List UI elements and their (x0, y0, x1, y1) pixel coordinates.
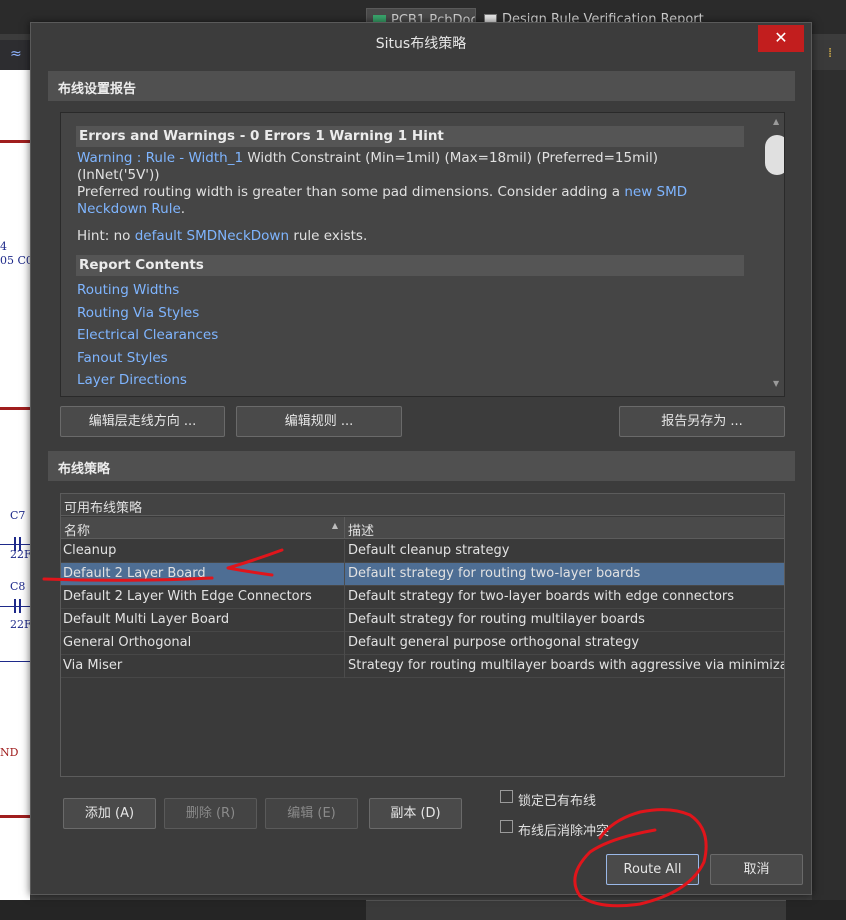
link-routing-via-styles[interactable]: Routing Via Styles (76, 302, 744, 325)
strategy-name: General Orthogonal (61, 632, 345, 655)
link-fanout-styles[interactable]: Fanout Styles (76, 347, 744, 370)
schematic-border-line (0, 815, 30, 818)
warning-text: Width Constraint (Min=1mil) (Max=18mil) … (247, 150, 658, 166)
schematic-ref-label: 4 (0, 240, 7, 253)
report-spacer (76, 218, 744, 228)
table-row[interactable]: Default 2 Layer With Edge Connectors Def… (61, 586, 784, 609)
strategy-name: Default Multi Layer Board (61, 609, 345, 632)
table-row[interactable]: Cleanup Default cleanup strategy (61, 540, 784, 563)
panel-tool-icon[interactable]: ⁞ (812, 40, 846, 70)
lock-existing-routes-label: 锁定已有布线 (518, 794, 597, 809)
schematic-border-line (0, 407, 30, 410)
preferred-width-line: Preferred routing width is greater than … (76, 184, 744, 201)
strategy-name: Default 2 Layer Board (61, 563, 345, 586)
hint-suffix: rule exists. (293, 228, 368, 244)
report-contents-heading: Report Contents (76, 255, 744, 276)
edit-layer-directions-button[interactable]: 编辑层走线方向 ... (60, 406, 225, 437)
column-header-description-label: 描述 (348, 524, 375, 539)
table-row[interactable]: Via Miser Strategy for routing multilaye… (61, 655, 784, 678)
warning-net-line: (InNet('5V')) (77, 167, 160, 183)
close-button[interactable]: ✕ (758, 25, 804, 52)
save-report-as-button[interactable]: 报告另存为 ... (619, 406, 785, 437)
schematic-ref-label: 05 C0 (0, 254, 30, 267)
column-header-name[interactable]: 名称 ▲ (61, 517, 345, 539)
schematic-wire (0, 661, 30, 662)
link-routing-widths[interactable]: Routing Widths (76, 279, 744, 302)
lock-existing-routes-checkbox[interactable] (500, 790, 513, 803)
routing-report-panel[interactable]: Errors and Warnings - 0 Errors 1 Warning… (60, 112, 785, 397)
report-scrollbar[interactable]: ▲ ▼ (765, 113, 784, 396)
dialog-title: Situs布线策略 (375, 36, 467, 52)
status-strip (366, 900, 786, 920)
table-row[interactable]: Default Multi Layer Board Default strate… (61, 609, 784, 632)
column-header-name-label: 名称 (64, 524, 91, 539)
sort-ascending-icon: ▲ (331, 521, 338, 530)
edit-strategy-button[interactable]: 编辑 (E) (265, 798, 358, 829)
report-spacer (76, 245, 744, 255)
status-bar (0, 900, 846, 920)
routing-strategy-header: 布线策略 (48, 451, 795, 481)
neckdown-period: . (180, 201, 186, 217)
link-layer-directions[interactable]: Layer Directions (76, 369, 744, 392)
capacitor-c7-label: C7 (10, 509, 26, 522)
report-content: Errors and Warnings - 0 Errors 1 Warning… (76, 126, 744, 392)
warning-line: Warning : Rule - Width_1 Width Constrain… (76, 150, 744, 167)
strategy-name: Cleanup (61, 540, 345, 563)
scroll-up-icon[interactable]: ▲ (773, 117, 779, 126)
scroll-down-icon[interactable]: ▼ (773, 379, 779, 388)
capacitor-plate (14, 599, 16, 613)
available-strategies-label: 可用布线策略 (61, 494, 784, 516)
situs-routing-strategy-dialog: Situs布线策略 ✕ 布线设置报告 Errors and Warnings -… (30, 22, 812, 895)
wire-tool-icon[interactable]: ≈ (0, 40, 30, 70)
remove-strategy-button[interactable]: 删除 (R) (164, 798, 257, 829)
cancel-button[interactable]: 取消 (710, 854, 803, 885)
column-header-description[interactable]: 描述 (345, 517, 784, 539)
dialog-titlebar[interactable]: Situs布线策略 ✕ (31, 23, 811, 59)
strategy-name: Default 2 Layer With Edge Connectors (61, 586, 345, 609)
strategy-description: Strategy for routing multilayer boards w… (348, 658, 784, 673)
schematic-border-line (0, 140, 30, 143)
table-row[interactable]: General Orthogonal Default general purpo… (61, 632, 784, 655)
clear-conflicts-label: 布线后消除冲突 (518, 824, 610, 839)
strategy-description: Default strategy for routing multilayer … (348, 612, 645, 627)
new-smd-link[interactable]: new SMD (624, 184, 687, 200)
preferred-width-text: Preferred routing width is greater than … (77, 184, 621, 200)
capacitor-plate (19, 599, 21, 613)
default-smdneckdown-link[interactable]: default SMDNeckDown (135, 228, 289, 244)
right-panel: ⁞ (812, 40, 846, 900)
route-all-button[interactable]: Route All (606, 854, 699, 885)
capacitor-c7-value: 22F (10, 548, 30, 561)
errors-warnings-heading: Errors and Warnings - 0 Errors 1 Warning… (76, 126, 744, 147)
schematic-canvas[interactable]: ≈ 4 05 C0 C7 22F C8 22F ND (0, 40, 30, 900)
neckdown-rule-link[interactable]: Neckdown Rule (77, 201, 181, 217)
clear-conflicts-checkbox[interactable] (500, 820, 513, 833)
ground-label: ND (0, 746, 19, 759)
table-row-selected[interactable]: Default 2 Layer Board Default strategy f… (61, 563, 784, 586)
strategy-description: Default strategy for two-layer boards wi… (348, 589, 735, 604)
strategy-description: Default general purpose orthogonal strat… (348, 635, 640, 650)
edit-rules-button[interactable]: 编辑规则 ... (236, 406, 402, 437)
hint-line: Hint: no default SMDNeckDown rule exists… (76, 228, 744, 245)
routing-setup-report-header: 布线设置报告 (48, 71, 795, 101)
routing-strategy-table[interactable]: 可用布线策略 名称 ▲ 描述 Cleanup Default cleanup s… (60, 493, 785, 777)
screen: PCB1.PcbDoc Design Rule Verification Rep… (0, 0, 846, 920)
strategy-description: Default cleanup strategy (348, 543, 510, 558)
add-strategy-button[interactable]: 添加 (A) (63, 798, 156, 829)
copy-strategy-button[interactable]: 副本 (D) (369, 798, 462, 829)
link-electrical-clearances[interactable]: Electrical Clearances (76, 324, 744, 347)
capacitor-c8-label: C8 (10, 580, 26, 593)
report-scroll-thumb[interactable] (765, 135, 784, 175)
close-icon: ✕ (774, 28, 788, 47)
warning-rule-link[interactable]: Warning : Rule - Width_1 (77, 150, 243, 166)
strategy-name: Via Miser (61, 655, 345, 678)
strategy-description: Default strategy for routing two-layer b… (348, 566, 641, 581)
neckdown-line: Neckdown Rule. (76, 201, 744, 218)
hint-prefix: Hint: no (77, 228, 131, 244)
capacitor-c8-value: 22F (10, 618, 30, 631)
